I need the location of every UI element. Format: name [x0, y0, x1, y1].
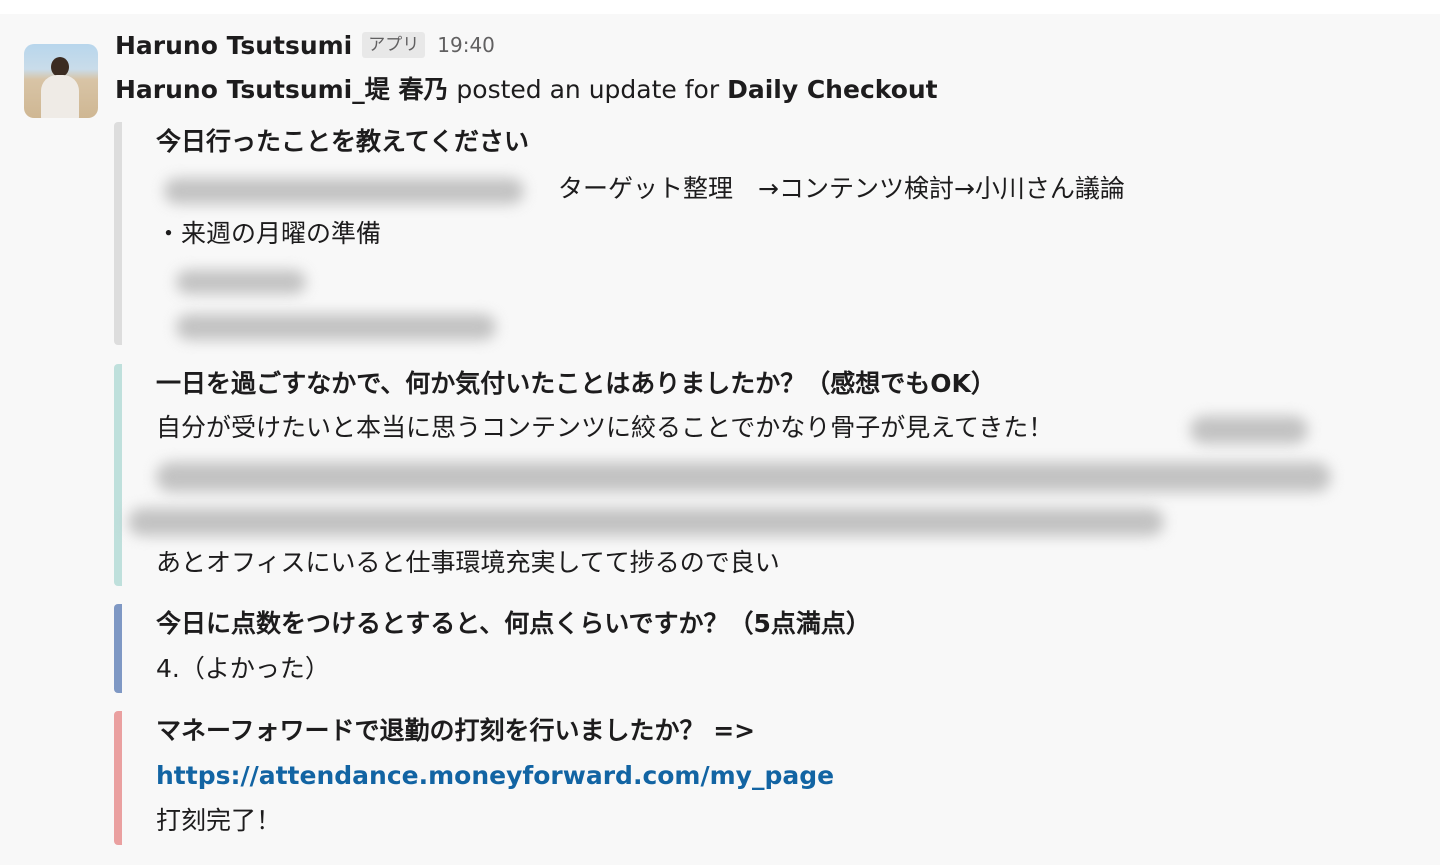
- message-header: Haruno Tsutsumi アプリ 19:40: [115, 28, 495, 62]
- message-container: Haruno Tsutsumi アプリ 19:40 Haruno Tsutsum…: [0, 14, 1440, 865]
- attendance-link[interactable]: https://attendance.moneyforward.com/my_p…: [156, 758, 834, 794]
- avatar[interactable]: [24, 44, 98, 118]
- attachment-title: 今日に点数をつけるとすると、何点くらいですか？（5点満点）: [156, 609, 871, 638]
- redacted-text: [128, 508, 1164, 536]
- posted-line: Haruno Tsutsumi_堤 春乃 posted an update fo…: [115, 72, 938, 108]
- attachment-line: 4.（よかった）: [156, 654, 330, 683]
- attachment-title: マネーフォワードで退勤の打刻を行いましたか？ =>: [156, 716, 756, 745]
- redacted-text: [176, 314, 496, 340]
- attachment-line: ターゲット整理 →コンテンツ検討→小川さん議論: [558, 174, 1125, 203]
- attachment-what-did-today: 今日行ったことを教えてください ターゲット整理 →コンテンツ検討→小川さん議論 …: [114, 122, 1125, 345]
- attachment-title: 一日を過ごすなかで、何か気付いたことはありましたか？（感想でもOK）: [156, 369, 996, 398]
- redacted-text: [156, 462, 1331, 492]
- author-name[interactable]: Haruno Tsutsumi: [115, 31, 352, 60]
- redacted-text: [176, 270, 306, 294]
- attachment-line: ・来週の月曜の準備: [156, 219, 382, 248]
- app-badge: アプリ: [362, 32, 426, 58]
- avatar-body-shape: [41, 75, 79, 118]
- message-timestamp[interactable]: 19:40: [437, 33, 495, 57]
- redacted-text: [1190, 416, 1308, 444]
- avatar-head-shape: [51, 57, 69, 77]
- attachment-clock-out: マネーフォワードで退勤の打刻を行いましたか？ => https://attend…: [114, 711, 834, 845]
- posted-target: Daily Checkout: [727, 75, 938, 104]
- attachment-score: 今日に点数をつけるとすると、何点くらいですか？（5点満点） 4.（よかった）: [114, 604, 871, 693]
- redacted-text: [164, 178, 524, 204]
- attachment-noticed: 一日を過ごすなかで、何か気付いたことはありましたか？（感想でもOK） 自分が受け…: [114, 364, 1331, 586]
- attachment-line: あとオフィスにいると仕事環境充実してて捗るので良い: [156, 548, 780, 577]
- attachment-line: 打刻完了！: [156, 806, 282, 835]
- attachment-title: 今日行ったことを教えてください: [156, 127, 530, 156]
- attachment-line: 自分が受けたいと本当に思うコンテンツに絞ることでかなり骨子が見えてきた！: [156, 413, 1054, 442]
- posted-author: Haruno Tsutsumi_堤 春乃: [115, 75, 449, 104]
- posted-middle: posted an update for: [448, 75, 728, 104]
